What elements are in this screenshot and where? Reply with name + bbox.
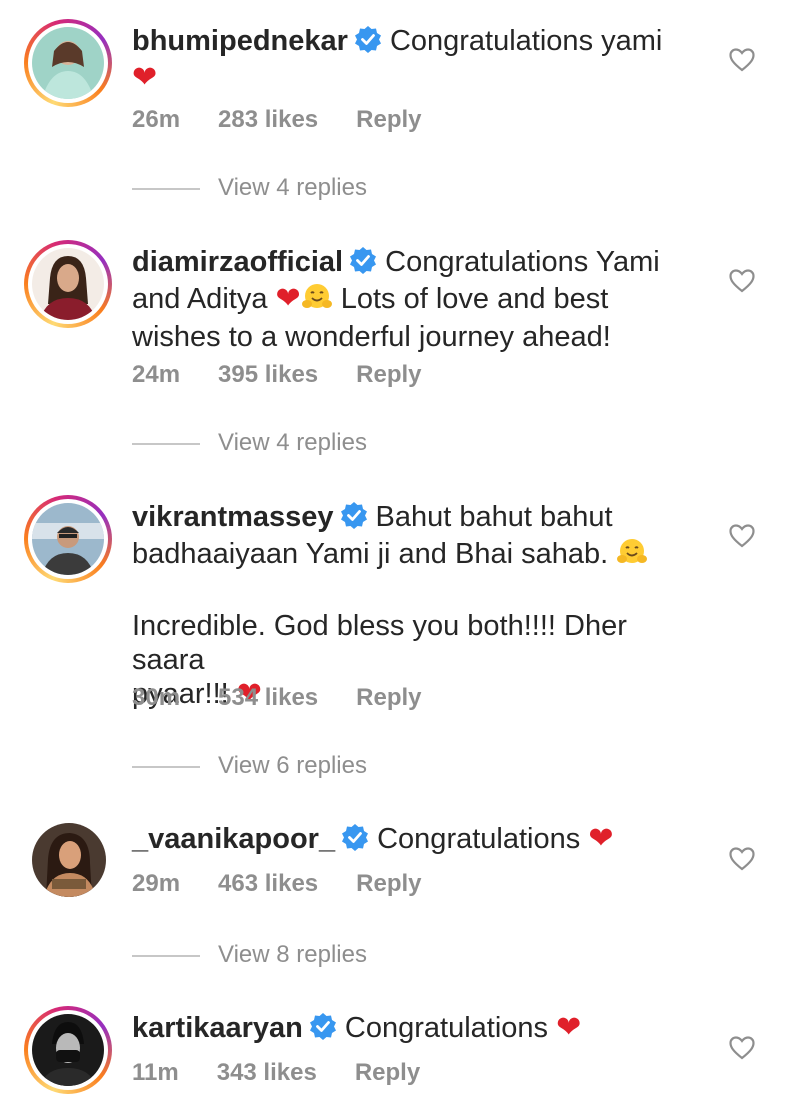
avatar [32,248,104,320]
verified-badge-icon [309,1012,337,1048]
avatar [32,1014,104,1086]
heart-outline-icon[interactable] [729,1036,755,1060]
red-heart-emoji: ❤ [132,61,158,94]
divider [132,765,200,768]
red-heart-emoji: ❤ [556,1011,582,1044]
verified-badge-icon [354,25,382,61]
hugging-face-emoji [301,282,333,320]
comment-likes-count[interactable]: 283 likes [218,106,318,133]
comment-text: Congratulations [377,823,581,855]
comment-username[interactable]: diamirzaofficial [132,246,343,278]
heart-outline-icon[interactable] [729,847,755,871]
comment-text: Lots of love and best [340,283,609,315]
comment-likes-count[interactable]: 534 likes [218,684,318,711]
comment-timestamp: 29m [132,870,181,897]
divider [132,187,200,190]
red-heart-emoji: ❤ [588,822,614,855]
view-replies-label: View 6 replies [218,752,367,779]
comment-timestamp: 26m [132,106,181,133]
comment-username[interactable]: vikrantmassey [132,501,334,533]
comment-username[interactable]: kartikaaryan [132,1012,303,1044]
comment-text: Congratulations Yami [385,246,660,278]
comment-timestamp: 30m [132,684,181,711]
view-replies-button[interactable]: View 4 replies [132,174,367,202]
reply-button[interactable]: Reply [355,1059,420,1086]
comment-text: wishes to a wonderful journey ahead! [132,321,611,353]
comment-username[interactable]: _vaanikapoor_ [132,823,335,855]
hugging-face-emoji [616,537,648,575]
red-heart-emoji: ❤ [275,282,301,315]
verified-badge-icon [349,246,377,282]
view-replies-label: View 4 replies [218,174,367,201]
heart-outline-icon[interactable] [729,269,755,293]
comment-text: Bahut bahut bahut [375,501,613,533]
comment-username[interactable]: bhumipednekar [132,25,348,57]
comment-text: and Aditya [132,283,268,315]
comment-timestamp: 24m [132,361,181,388]
avatar-story-ring[interactable] [24,1006,112,1094]
comment-text: Congratulations [344,1012,549,1044]
divider [132,442,200,445]
view-replies-button[interactable]: View 8 replies [132,941,367,969]
comment-likes-count[interactable]: 463 likes [218,870,318,897]
avatar[interactable] [32,823,106,897]
comment-timestamp: 11m [132,1059,179,1086]
heart-outline-icon[interactable] [729,48,755,72]
verified-badge-icon [340,501,368,537]
comment-text: Congratulations yami [389,25,663,57]
comment-likes-count[interactable]: 395 likes [218,361,318,388]
reply-button[interactable]: Reply [356,106,421,133]
comment-likes-count[interactable]: 343 likes [217,1059,317,1086]
view-replies-label: View 4 replies [218,429,367,456]
avatar [32,27,104,99]
avatar-story-ring[interactable] [24,19,112,107]
view-replies-button[interactable]: View 4 replies [132,429,367,457]
verified-badge-icon [341,823,369,859]
avatar-story-ring[interactable] [24,495,112,583]
comment-text: badhaaiyaan Yami ji and Bhai sahab. [132,538,609,570]
reply-button[interactable]: Reply [356,684,421,711]
divider [132,954,200,957]
reply-button[interactable]: Reply [356,870,421,897]
view-replies-label: View 8 replies [218,941,367,968]
avatar [32,503,104,575]
reply-button[interactable]: Reply [356,361,421,388]
view-replies-button[interactable]: View 6 replies [132,752,367,780]
avatar-story-ring[interactable] [24,240,112,328]
heart-outline-icon[interactable] [729,524,755,548]
comment-text: Incredible. God bless you both!!!! Dher … [132,610,627,676]
